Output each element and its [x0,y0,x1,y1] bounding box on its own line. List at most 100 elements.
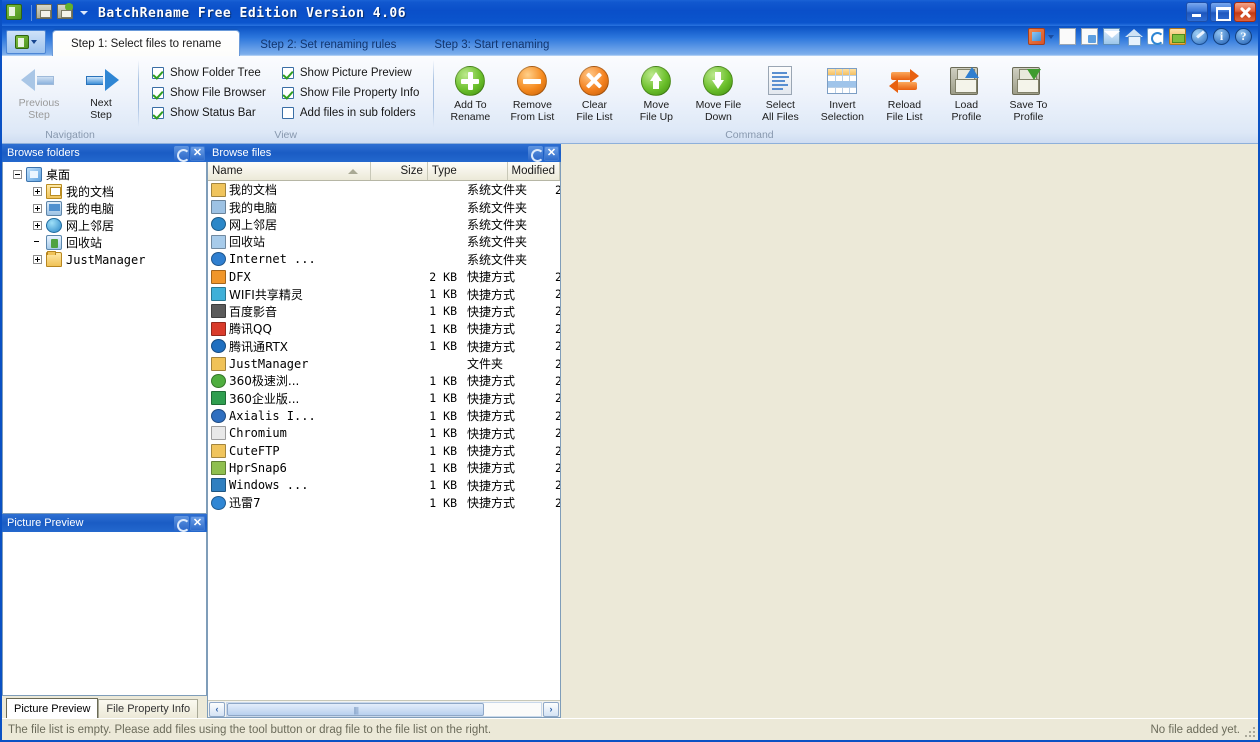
add-to-rename-button[interactable]: Add To Rename [439,61,501,123]
panel-title: Picture Preview [7,517,84,529]
expand-icon[interactable] [33,255,42,264]
options-icon[interactable] [1191,28,1208,45]
close-button[interactable] [1234,2,1256,22]
table-row[interactable]: 腾讯通RTX 1 KB 快捷方式 2013-1- [208,338,560,355]
roll-up-icon[interactable] [528,145,544,162]
folder-tree[interactable]: 桌面 我的文档 我的电脑 网上邻居 回收站 JustManager [2,162,207,514]
file-name: 腾讯QQ [229,322,272,337]
move-file-up-button[interactable]: Move File Up [625,61,687,123]
tab-step-3[interactable]: Step 3: Start renaming [416,33,567,56]
table-row[interactable]: 迅雷7 1 KB 快捷方式 2012-10 [208,494,560,511]
purchase-cart-icon[interactable] [1169,28,1186,45]
horizontal-scrollbar[interactable]: ‹ › [208,700,560,717]
table-row[interactable]: DFX 2 KB 快捷方式 2013-1- [208,268,560,285]
column-header-name[interactable]: Name [208,162,372,180]
scroll-track[interactable] [226,701,542,717]
tree-item-network[interactable]: 网上邻居 [5,217,204,234]
panel-title: Browse folders [7,147,80,159]
clear-file-list-button[interactable]: Clear File List [563,61,625,123]
new-document-icon[interactable] [1059,28,1076,45]
checkbox-show-file-browser[interactable]: Show File Browser [152,84,266,101]
tree-item-my-documents[interactable]: 我的文档 [5,183,204,200]
reload-file-list-button[interactable]: Reload File List [873,61,935,123]
table-row[interactable]: 360极速浏... 1 KB 快捷方式 2012-10 [208,372,560,389]
file-size: 1 KB [429,373,457,388]
scroll-left-button[interactable]: ‹ [209,701,225,717]
load-profile-button[interactable]: Load Profile [935,61,997,123]
file-list[interactable]: Name Size Type Modified 我的文档系统文件夹2013-1-… [207,162,561,718]
close-icon[interactable]: ✕ [544,145,559,161]
table-row[interactable]: CuteFTP 1 KB 快捷方式 2012-10 [208,442,560,459]
checkbox-show-file-property-info[interactable]: Show File Property Info [281,84,419,101]
close-icon[interactable]: ✕ [190,145,205,161]
maximize-button[interactable] [1210,2,1232,22]
close-icon[interactable]: ✕ [190,515,205,531]
scroll-right-button[interactable]: › [543,701,559,717]
table-row[interactable]: JustManager 文件夹 2013-1- [208,355,560,372]
roll-up-icon[interactable] [174,515,190,532]
application-menu-icon[interactable] [6,30,46,54]
next-step-button[interactable]: Next Step [70,61,132,121]
save-as-icon[interactable] [57,3,75,22]
tree-item-my-computer[interactable]: 我的电脑 [5,200,204,217]
file-size: 1 KB [429,443,457,458]
expand-icon[interactable] [33,187,42,196]
previous-step-button[interactable]: Previous Step [8,61,70,121]
home-icon[interactable] [1125,28,1143,46]
open-document-icon[interactable] [1081,28,1098,45]
batchrename-icon[interactable] [6,4,24,22]
chevron-down-icon[interactable] [1048,34,1054,39]
expand-icon[interactable] [33,204,42,213]
file-list-rows[interactable]: 我的文档系统文件夹2013-1-我的电脑系统文件夹网上邻居系统文件夹回收站系统文… [208,181,560,700]
table-row[interactable]: 腾讯QQ 1 KB 快捷方式 2012-10 [208,320,560,337]
refresh-icon[interactable] [1147,28,1164,45]
roll-up-icon[interactable] [174,145,190,162]
collapse-icon[interactable] [13,170,22,179]
file-name-cell: Axialis I... [208,408,398,423]
resize-grip[interactable] [1243,725,1255,737]
expand-icon[interactable] [33,221,42,230]
checkbox-show-picture-preview[interactable]: Show Picture Preview [281,64,420,81]
table-row[interactable]: Axialis I... 1 KB 快捷方式 2012-10 [208,407,560,424]
table-row[interactable]: Chromium 1 KB 快捷方式 2013-1- [208,424,560,441]
checkbox-show-folder-tree[interactable]: Show Folder Tree [152,64,266,81]
select-all-files-button[interactable]: Select All Files [749,61,811,123]
table-row[interactable]: 百度影音 1 KB 快捷方式 2013-1- [208,303,560,320]
table-row[interactable]: Internet ... 系统文件夹 [208,251,560,268]
file-modified: 2013-1- [555,391,560,405]
info-icon[interactable]: i [1213,28,1230,45]
scroll-thumb[interactable] [227,702,485,716]
column-header-type[interactable]: Type [428,162,508,180]
table-row[interactable]: 网上邻居 系统文件夹 [208,216,560,233]
table-row[interactable]: 我的文档 系统文件夹 2013-1- [208,181,560,198]
tree-item-desktop[interactable]: 桌面 [5,166,204,183]
help-icon[interactable]: ? [1235,28,1252,45]
save-to-profile-button[interactable]: Save To Profile [997,61,1059,123]
tree-item-recycle-bin[interactable]: 回收站 [5,234,204,251]
table-row[interactable]: 360企业版... 1 KB 快捷方式 2013-1- [208,390,560,407]
column-header-size[interactable]: Size [371,162,428,180]
column-header-modified[interactable]: Modified [508,162,560,180]
minimize-button[interactable] [1186,2,1208,22]
invert-selection-button[interactable]: Invert Selection [811,61,873,123]
tree-item-justmanager[interactable]: JustManager [5,251,204,268]
tab-file-property-info[interactable]: File Property Info [98,699,199,718]
rename-list-area[interactable] [561,144,1258,718]
save-icon[interactable] [36,4,54,22]
checkbox-show-status-bar[interactable]: Show Status Bar [152,104,266,121]
checkbox-add-files-in-sub-folders[interactable]: Add files in sub folders [281,104,420,121]
remove-from-list-button[interactable]: Remove From List [501,61,563,123]
table-row[interactable]: Windows ... 1 KB 快捷方式 2012-11 [208,477,560,494]
table-row[interactable]: WIFI共享精灵 1 KB 快捷方式 2013-1- [208,285,560,302]
tab-step-1[interactable]: Step 1: Select files to rename [52,30,241,56]
chevron-down-icon[interactable] [80,11,88,15]
network-icon [211,217,226,232]
move-file-down-button[interactable]: Move File Down [687,61,749,123]
mail-icon[interactable] [1103,28,1120,45]
tab-step-2[interactable]: Step 2: Set renaming rules [242,33,414,56]
table-row[interactable]: 我的电脑 系统文件夹 [208,198,560,215]
table-row[interactable]: HprSnap6 1 KB 快捷方式 2012-10 [208,459,560,476]
window-layout-icon[interactable] [1028,28,1045,45]
table-row[interactable]: 回收站 系统文件夹 [208,233,560,250]
tab-picture-preview[interactable]: Picture Preview [6,698,99,718]
